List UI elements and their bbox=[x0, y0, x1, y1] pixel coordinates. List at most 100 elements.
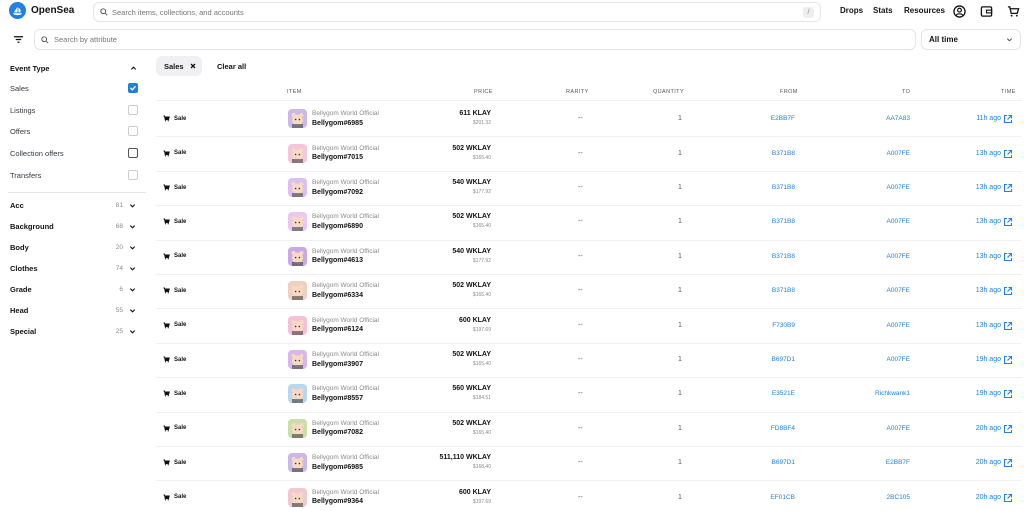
to-address-link[interactable]: AA7A83 bbox=[840, 115, 910, 122]
from-address-link[interactable]: FD8BF4 bbox=[725, 425, 795, 432]
nav-stats[interactable]: Stats bbox=[873, 6, 893, 15]
collection-name-link[interactable]: Bellygom World Official bbox=[312, 282, 379, 289]
from-address-link[interactable]: F730B9 bbox=[725, 322, 795, 329]
trait-grade[interactable]: Grade 6 bbox=[10, 282, 136, 296]
item-name-link[interactable]: Bellygom#3907 bbox=[312, 361, 363, 368]
collection-name-link[interactable]: Bellygom World Official bbox=[312, 489, 379, 496]
filter-toggle-icon[interactable] bbox=[13, 34, 24, 45]
from-address-link[interactable]: B371B8 bbox=[725, 253, 795, 260]
to-address-link[interactable]: A007FE bbox=[840, 322, 911, 329]
opensea-logo[interactable]: OpenSea bbox=[9, 2, 74, 19]
trait-special[interactable]: Special 25 bbox=[10, 324, 136, 338]
time-ago-link[interactable]: 20h ago bbox=[941, 425, 1001, 432]
item-name-link[interactable]: Bellygom#6985 bbox=[312, 120, 363, 127]
external-link-icon[interactable] bbox=[1003, 458, 1013, 468]
chevron-up-icon[interactable] bbox=[130, 65, 137, 72]
nft-thumbnail[interactable] bbox=[288, 384, 307, 404]
item-name-link[interactable]: Bellygom#6334 bbox=[312, 292, 363, 299]
item-name-link[interactable]: Bellygom#6985 bbox=[312, 464, 363, 471]
trait-body[interactable]: Body 20 bbox=[10, 240, 136, 254]
time-ago-link[interactable]: 20h ago bbox=[941, 494, 1001, 501]
time-ago-link[interactable]: 13h ago bbox=[941, 218, 1001, 225]
external-link-icon[interactable] bbox=[1003, 424, 1013, 434]
nft-thumbnail[interactable] bbox=[288, 453, 307, 473]
event-type-transfers[interactable]: Transfers bbox=[10, 168, 138, 182]
event-type-collection-offers[interactable]: Collection offers bbox=[10, 146, 138, 160]
to-address-link[interactable]: E2BB7F bbox=[840, 459, 910, 466]
external-link-icon[interactable] bbox=[1003, 493, 1013, 503]
to-address-link[interactable]: 2BC105 bbox=[840, 494, 911, 501]
external-link-icon[interactable] bbox=[1003, 355, 1013, 365]
item-name-link[interactable]: Bellygom#7082 bbox=[312, 429, 363, 436]
time-ago-link[interactable]: 13h ago bbox=[941, 253, 1001, 260]
external-link-icon[interactable] bbox=[1003, 286, 1013, 296]
external-link-icon[interactable] bbox=[1003, 114, 1013, 124]
collection-name-link[interactable]: Bellygom World Official bbox=[312, 179, 379, 186]
nft-thumbnail[interactable] bbox=[288, 281, 307, 301]
to-address-link[interactable]: A007FE bbox=[840, 150, 911, 157]
from-address-link[interactable]: EF01CB bbox=[725, 494, 795, 501]
active-filter-chip-sales[interactable]: Sales bbox=[156, 56, 202, 76]
checkbox[interactable] bbox=[128, 105, 138, 115]
account-icon[interactable] bbox=[953, 5, 966, 18]
attribute-search[interactable] bbox=[34, 29, 916, 50]
from-address-link[interactable]: B697D1 bbox=[725, 459, 796, 466]
external-link-icon[interactable] bbox=[1003, 149, 1013, 159]
nav-drops[interactable]: Drops bbox=[840, 6, 863, 15]
nft-thumbnail[interactable] bbox=[288, 109, 307, 129]
from-address-link[interactable]: B697D1 bbox=[725, 356, 796, 363]
item-name-link[interactable]: Bellygom#6890 bbox=[312, 223, 363, 230]
time-ago-link[interactable]: 19h ago bbox=[941, 356, 1001, 363]
external-link-icon[interactable] bbox=[1003, 183, 1013, 193]
item-name-link[interactable]: Bellygom#7092 bbox=[312, 189, 363, 196]
to-address-link[interactable]: A007FE bbox=[840, 287, 911, 294]
to-address-link[interactable]: Richkwank1 bbox=[840, 390, 910, 397]
nft-thumbnail[interactable] bbox=[288, 178, 307, 197]
global-search[interactable]: / bbox=[93, 2, 821, 22]
collection-name-link[interactable]: Bellygom World Official bbox=[312, 248, 379, 255]
wallet-icon[interactable] bbox=[980, 5, 993, 18]
item-name-link[interactable]: Bellygom#6124 bbox=[312, 326, 363, 333]
item-name-link[interactable]: Bellygom#7015 bbox=[312, 154, 363, 161]
nft-thumbnail[interactable] bbox=[288, 487, 307, 507]
from-address-link[interactable]: B371B8 bbox=[725, 184, 795, 191]
to-address-link[interactable]: A007FE bbox=[840, 218, 911, 225]
collection-name-link[interactable]: Bellygom World Official bbox=[312, 385, 379, 392]
nft-thumbnail[interactable] bbox=[288, 350, 307, 369]
external-link-icon[interactable] bbox=[1003, 217, 1013, 227]
item-name-link[interactable]: Bellygom#8557 bbox=[312, 395, 363, 402]
time-ago-link[interactable]: 13h ago bbox=[941, 322, 1001, 329]
from-address-link[interactable]: E3521E bbox=[725, 390, 795, 397]
time-ago-link[interactable]: 13h ago bbox=[941, 150, 1001, 157]
to-address-link[interactable]: A007FE bbox=[840, 356, 911, 363]
nft-thumbnail[interactable] bbox=[288, 143, 307, 163]
time-ago-link[interactable]: 13h ago bbox=[941, 287, 1001, 294]
global-search-input[interactable] bbox=[112, 7, 820, 17]
trait-background[interactable]: Background 68 bbox=[10, 219, 136, 233]
collection-name-link[interactable]: Bellygom World Official bbox=[312, 317, 379, 324]
checkbox[interactable] bbox=[128, 148, 138, 158]
nft-thumbnail[interactable] bbox=[288, 212, 307, 232]
nft-thumbnail[interactable] bbox=[288, 418, 307, 438]
close-icon[interactable] bbox=[190, 63, 196, 69]
to-address-link[interactable]: A007FE bbox=[840, 184, 911, 191]
collection-name-link[interactable]: Bellygom World Official bbox=[312, 213, 379, 220]
from-address-link[interactable]: E2BB7F bbox=[725, 115, 795, 122]
clear-all-button[interactable]: Clear all bbox=[217, 62, 246, 71]
time-ago-link[interactable]: 19h ago bbox=[941, 390, 1001, 397]
collection-name-link[interactable]: Bellygom World Official bbox=[312, 351, 379, 358]
time-ago-link[interactable]: 11h ago bbox=[941, 115, 1001, 122]
to-address-link[interactable]: A007FE bbox=[840, 253, 911, 260]
from-address-link[interactable]: B371B8 bbox=[725, 287, 795, 294]
time-filter-select[interactable]: All time bbox=[921, 29, 1021, 50]
nav-resources[interactable]: Resources bbox=[904, 6, 945, 15]
trait-clothes[interactable]: Clothes 74 bbox=[10, 261, 136, 275]
nft-thumbnail[interactable] bbox=[288, 246, 307, 266]
event-type-sales[interactable]: Sales bbox=[10, 81, 138, 95]
collection-name-link[interactable]: Bellygom World Official bbox=[312, 420, 379, 427]
attribute-search-input[interactable] bbox=[54, 35, 915, 44]
event-type-listings[interactable]: Listings bbox=[10, 103, 138, 117]
trait-acc[interactable]: Acc 81 bbox=[10, 198, 136, 212]
from-address-link[interactable]: B371B8 bbox=[725, 150, 795, 157]
collection-name-link[interactable]: Bellygom World Official bbox=[312, 145, 379, 152]
